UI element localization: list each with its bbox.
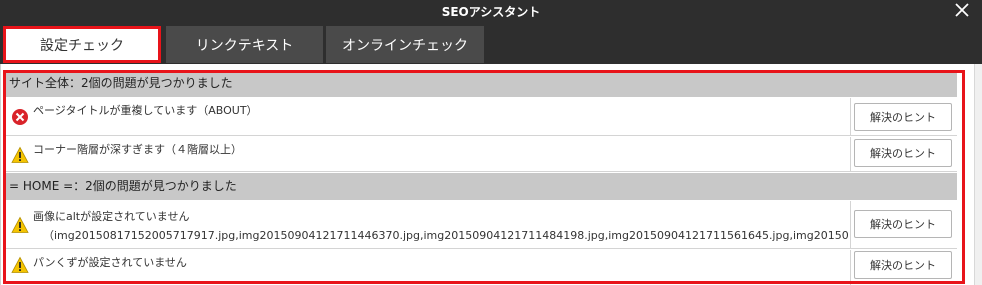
issue-text: 画像にaltが設定されていません	[33, 210, 190, 223]
issue-text: コーナー階層が深すぎます（４階層以上）	[33, 143, 242, 156]
tab-label: 設定チェック	[40, 37, 124, 54]
close-icon[interactable]	[954, 1, 970, 19]
hint-button[interactable]: 解決のヒント	[854, 139, 952, 167]
section-header-site: サイト全体：2個の問題が見つかりました	[5, 70, 957, 97]
seo-assistant-window: SEOアシスタント 設定チェック リンクテキスト オンラインチェック サイト全体…	[0, 0, 982, 285]
issue-text: パンくずが設定されていません	[33, 256, 187, 269]
issue-row: コーナー階層が深すぎます（４階層以上） 解決のヒント	[5, 137, 957, 172]
issue-detail: （img20150817152005717917.jpg,img20150904…	[43, 229, 849, 242]
window-title: SEOアシスタント	[441, 5, 541, 19]
tab-label: オンラインチェック	[342, 37, 468, 54]
tab-online-check[interactable]: オンラインチェック	[326, 26, 484, 63]
issue-row: ページタイトルが重複しています（ABOUT） 解決のヒント	[5, 98, 957, 136]
tab-settings-check[interactable]: 設定チェック	[3, 26, 161, 63]
error-icon	[12, 109, 28, 125]
hint-button[interactable]: 解決のヒント	[854, 251, 952, 279]
warning-icon	[11, 146, 29, 163]
issue-text: ページタイトルが重複しています（ABOUT）	[33, 104, 258, 117]
issue-row: 画像にaltが設定されていません （img2015081715200571791…	[5, 201, 957, 249]
warning-icon	[11, 256, 29, 273]
vertical-scrollbar[interactable]	[974, 64, 982, 285]
issue-row: パンくずが設定されていません 解決のヒント	[5, 250, 957, 285]
section-header-home: = HOME =：2個の問題が見つかりました	[5, 173, 957, 200]
tab-label: リンクテキスト	[195, 37, 294, 54]
warning-icon	[11, 216, 29, 233]
tab-link-text[interactable]: リンクテキスト	[166, 26, 323, 63]
hint-button[interactable]: 解決のヒント	[854, 103, 952, 131]
hint-button[interactable]: 解決のヒント	[854, 210, 952, 238]
title-bar: SEOアシスタント	[0, 0, 982, 22]
